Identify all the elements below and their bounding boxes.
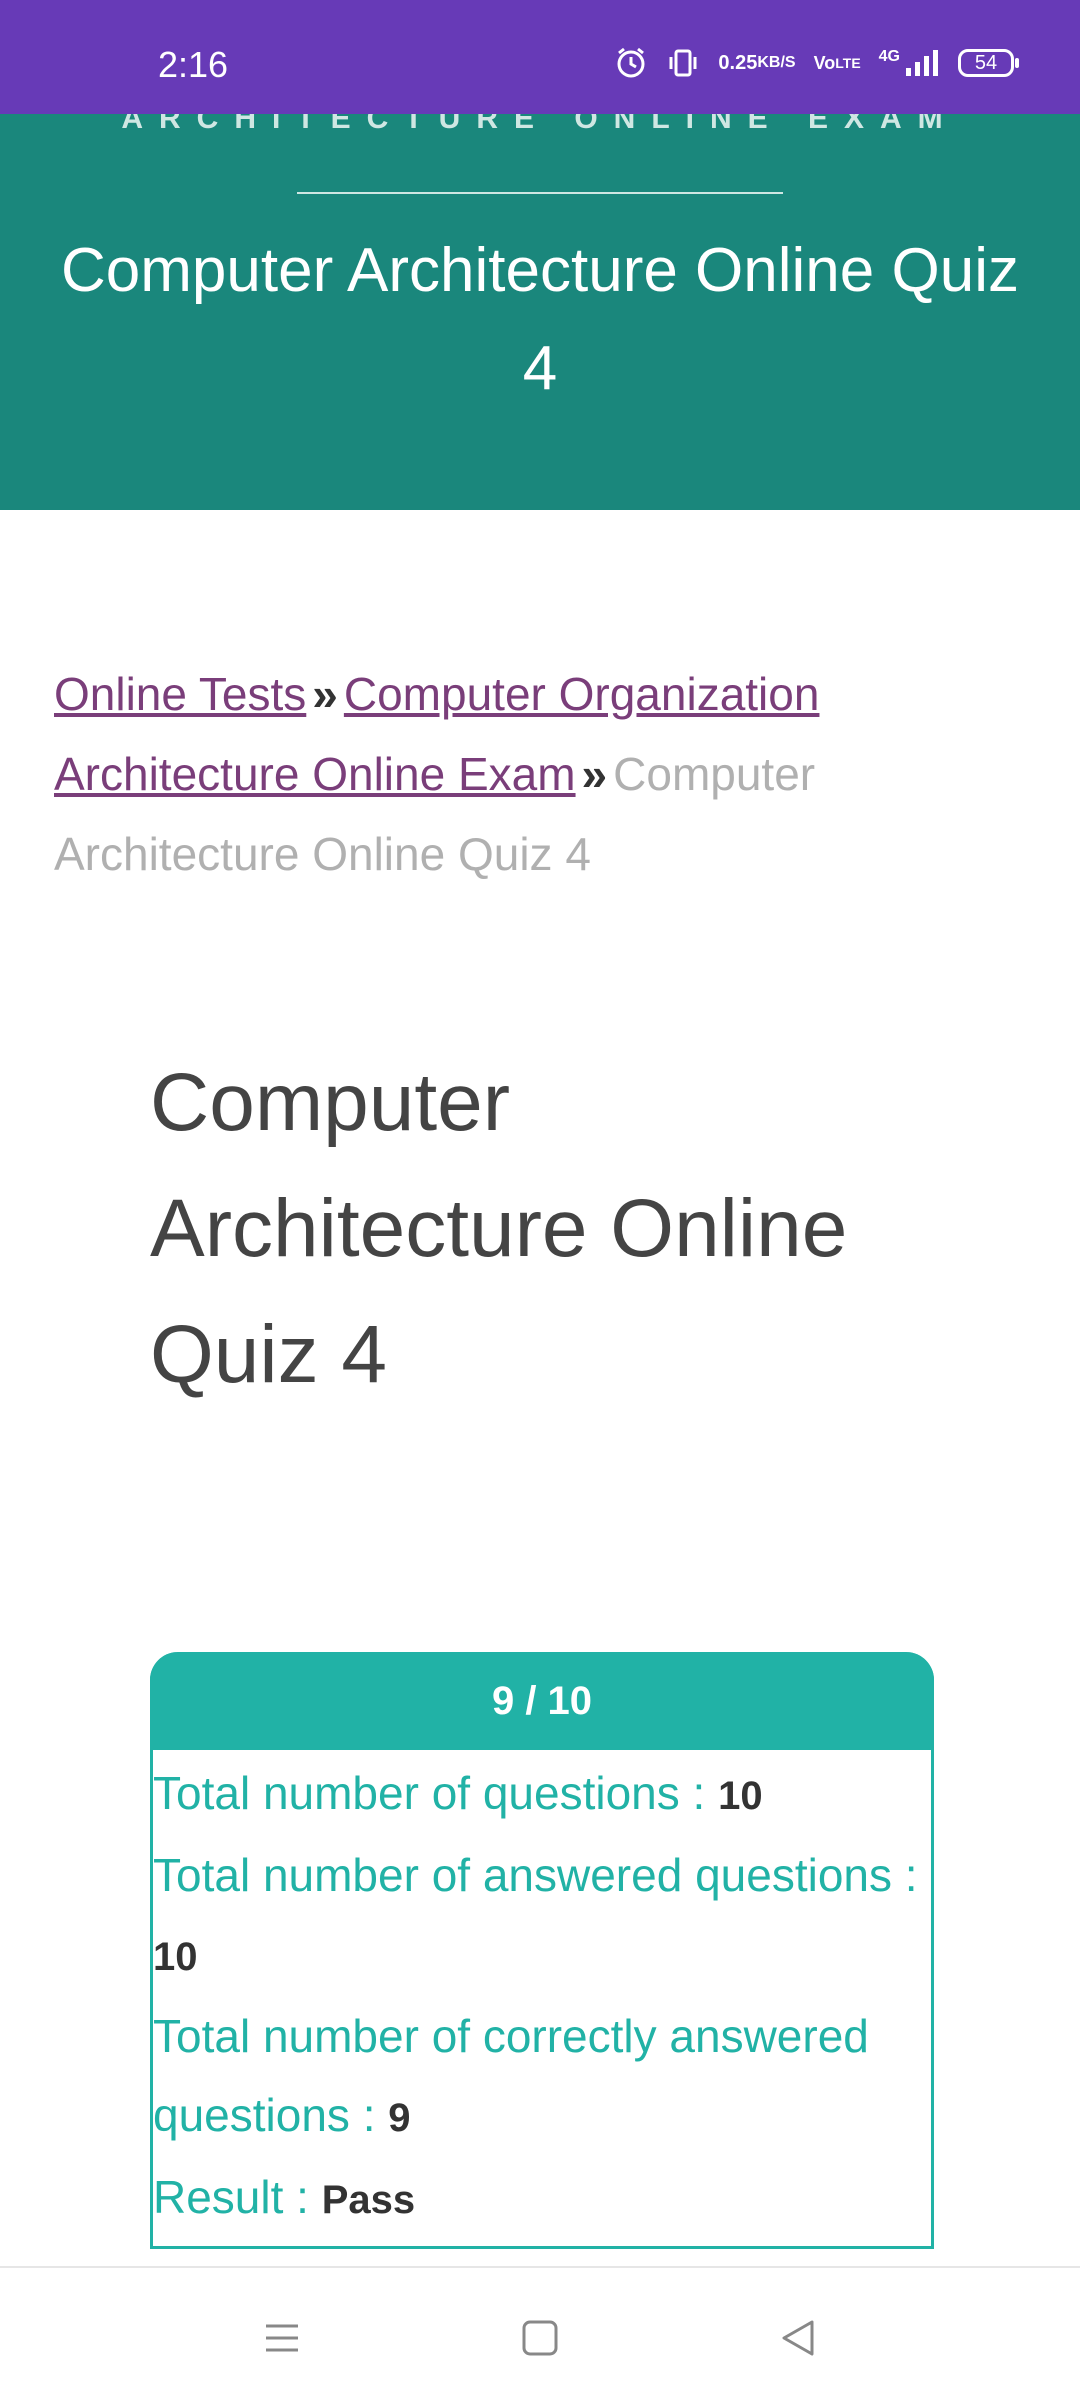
- volte-indicator: Vo LTE: [813, 53, 861, 73]
- volte-bottom: LTE: [835, 55, 861, 71]
- answered-questions-value: 10: [153, 1935, 198, 1979]
- net-speed-value: 0.25: [718, 52, 758, 74]
- home-square-icon[interactable]: [510, 2308, 570, 2368]
- status-bar: 2:16 0.25 KB/S Vo LTE 4G 54: [0, 0, 1080, 114]
- page-title: Computer Architecture Online Quiz 4: [150, 1057, 848, 1400]
- network-speed: 0.25 KB/S: [718, 52, 796, 74]
- status-time: 2:16: [158, 44, 229, 85]
- network-type: 4G: [878, 48, 900, 65]
- net-speed-unit: KB/S: [757, 54, 796, 71]
- hero-header: ARCHITECTURE ONLINE EXAM Computer Archit…: [0, 100, 1080, 510]
- breadcrumb: Online Tests» Computer Organization Archi…: [54, 654, 1014, 894]
- score-header: 9 / 10: [150, 1652, 934, 1750]
- answered-questions-row: Total number of answered questions : 10: [153, 1836, 931, 1997]
- breadcrumb-link-online-tests[interactable]: Online Tests: [54, 668, 306, 720]
- result-row: Result : Pass: [153, 2158, 931, 2240]
- hero-divider: [297, 192, 783, 194]
- vibrate-icon: [666, 46, 700, 80]
- back-triangle-icon[interactable]: [768, 2308, 828, 2368]
- status-icons: 0.25 KB/S Vo LTE 4G 54: [614, 46, 1019, 80]
- result-body: Total number of questions : 10 Total num…: [153, 1750, 931, 2246]
- correct-answers-row: Total number of correctly answered quest…: [153, 1997, 931, 2158]
- correct-answers-value: 9: [388, 2096, 411, 2140]
- correct-answers-label: Total number of correctly answered quest…: [153, 2010, 869, 2141]
- total-questions-row: Total number of questions : 10: [153, 1754, 931, 1836]
- result-label: Result :: [153, 2171, 322, 2223]
- total-questions-value: 10: [718, 1774, 763, 1818]
- signal-icon: 4G: [879, 48, 940, 78]
- battery-icon: 54: [958, 49, 1019, 77]
- system-nav-bar: [0, 2266, 1080, 2402]
- menu-icon[interactable]: [252, 2308, 312, 2368]
- hero-title: Computer Architecture Online Quiz 4: [61, 236, 1019, 403]
- breadcrumb-separator: »: [312, 668, 338, 720]
- total-questions-label: Total number of questions :: [153, 1767, 719, 1819]
- alarm-icon: [614, 46, 648, 80]
- result-card: 9 / 10 Total number of questions : 10 To…: [150, 1652, 934, 2249]
- result-value: Pass: [321, 2178, 416, 2222]
- volte-top: Vo: [813, 53, 836, 73]
- breadcrumb-separator: »: [581, 748, 608, 800]
- answered-questions-label: Total number of answered questions :: [153, 1849, 918, 1901]
